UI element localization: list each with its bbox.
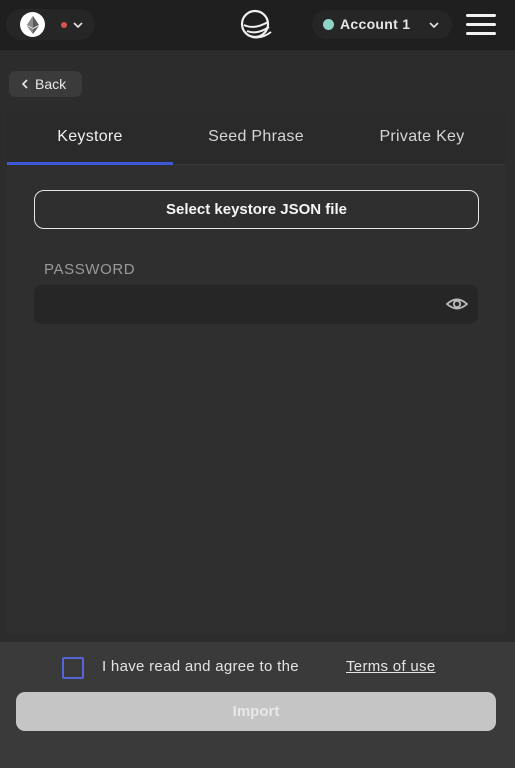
tab-private-key[interactable]: Private Key (339, 111, 505, 164)
tab-keystore[interactable]: Keystore (7, 111, 173, 165)
tab-seed-phrase[interactable]: Seed Phrase (173, 111, 339, 164)
password-input[interactable] (34, 285, 448, 326)
back-label: Back (35, 76, 67, 92)
agree-text: I have read and agree to the (102, 658, 299, 675)
import-tabs: Keystore Seed Phrase Private Key (7, 111, 505, 165)
chevron-left-icon (21, 79, 28, 89)
app-logo-icon (240, 9, 272, 39)
terms-of-use-link[interactable]: Terms of use (346, 658, 435, 675)
chevron-down-icon (73, 22, 83, 29)
terms-checkbox[interactable] (62, 657, 84, 679)
account-selector[interactable]: Account 1 (312, 10, 452, 39)
network-status-dot (61, 22, 67, 28)
password-label: PASSWORD (44, 261, 136, 278)
footer: I have read and agree to the Terms of us… (0, 642, 515, 768)
select-keystore-file-button[interactable]: Select keystore JSON file (34, 190, 479, 229)
top-bar: Account 1 (0, 0, 515, 50)
network-selector[interactable] (6, 9, 95, 40)
import-card: Keystore Seed Phrase Private Key Select … (7, 111, 505, 634)
hamburger-menu-icon[interactable] (466, 14, 496, 35)
account-name: Account 1 (340, 16, 411, 32)
eye-icon[interactable] (446, 294, 468, 314)
account-status-dot (323, 19, 334, 30)
ethereum-icon (20, 12, 45, 37)
password-field-container (34, 285, 478, 326)
back-button[interactable]: Back (9, 71, 82, 97)
import-button[interactable]: Import (16, 692, 496, 731)
chevron-down-icon (429, 22, 439, 29)
